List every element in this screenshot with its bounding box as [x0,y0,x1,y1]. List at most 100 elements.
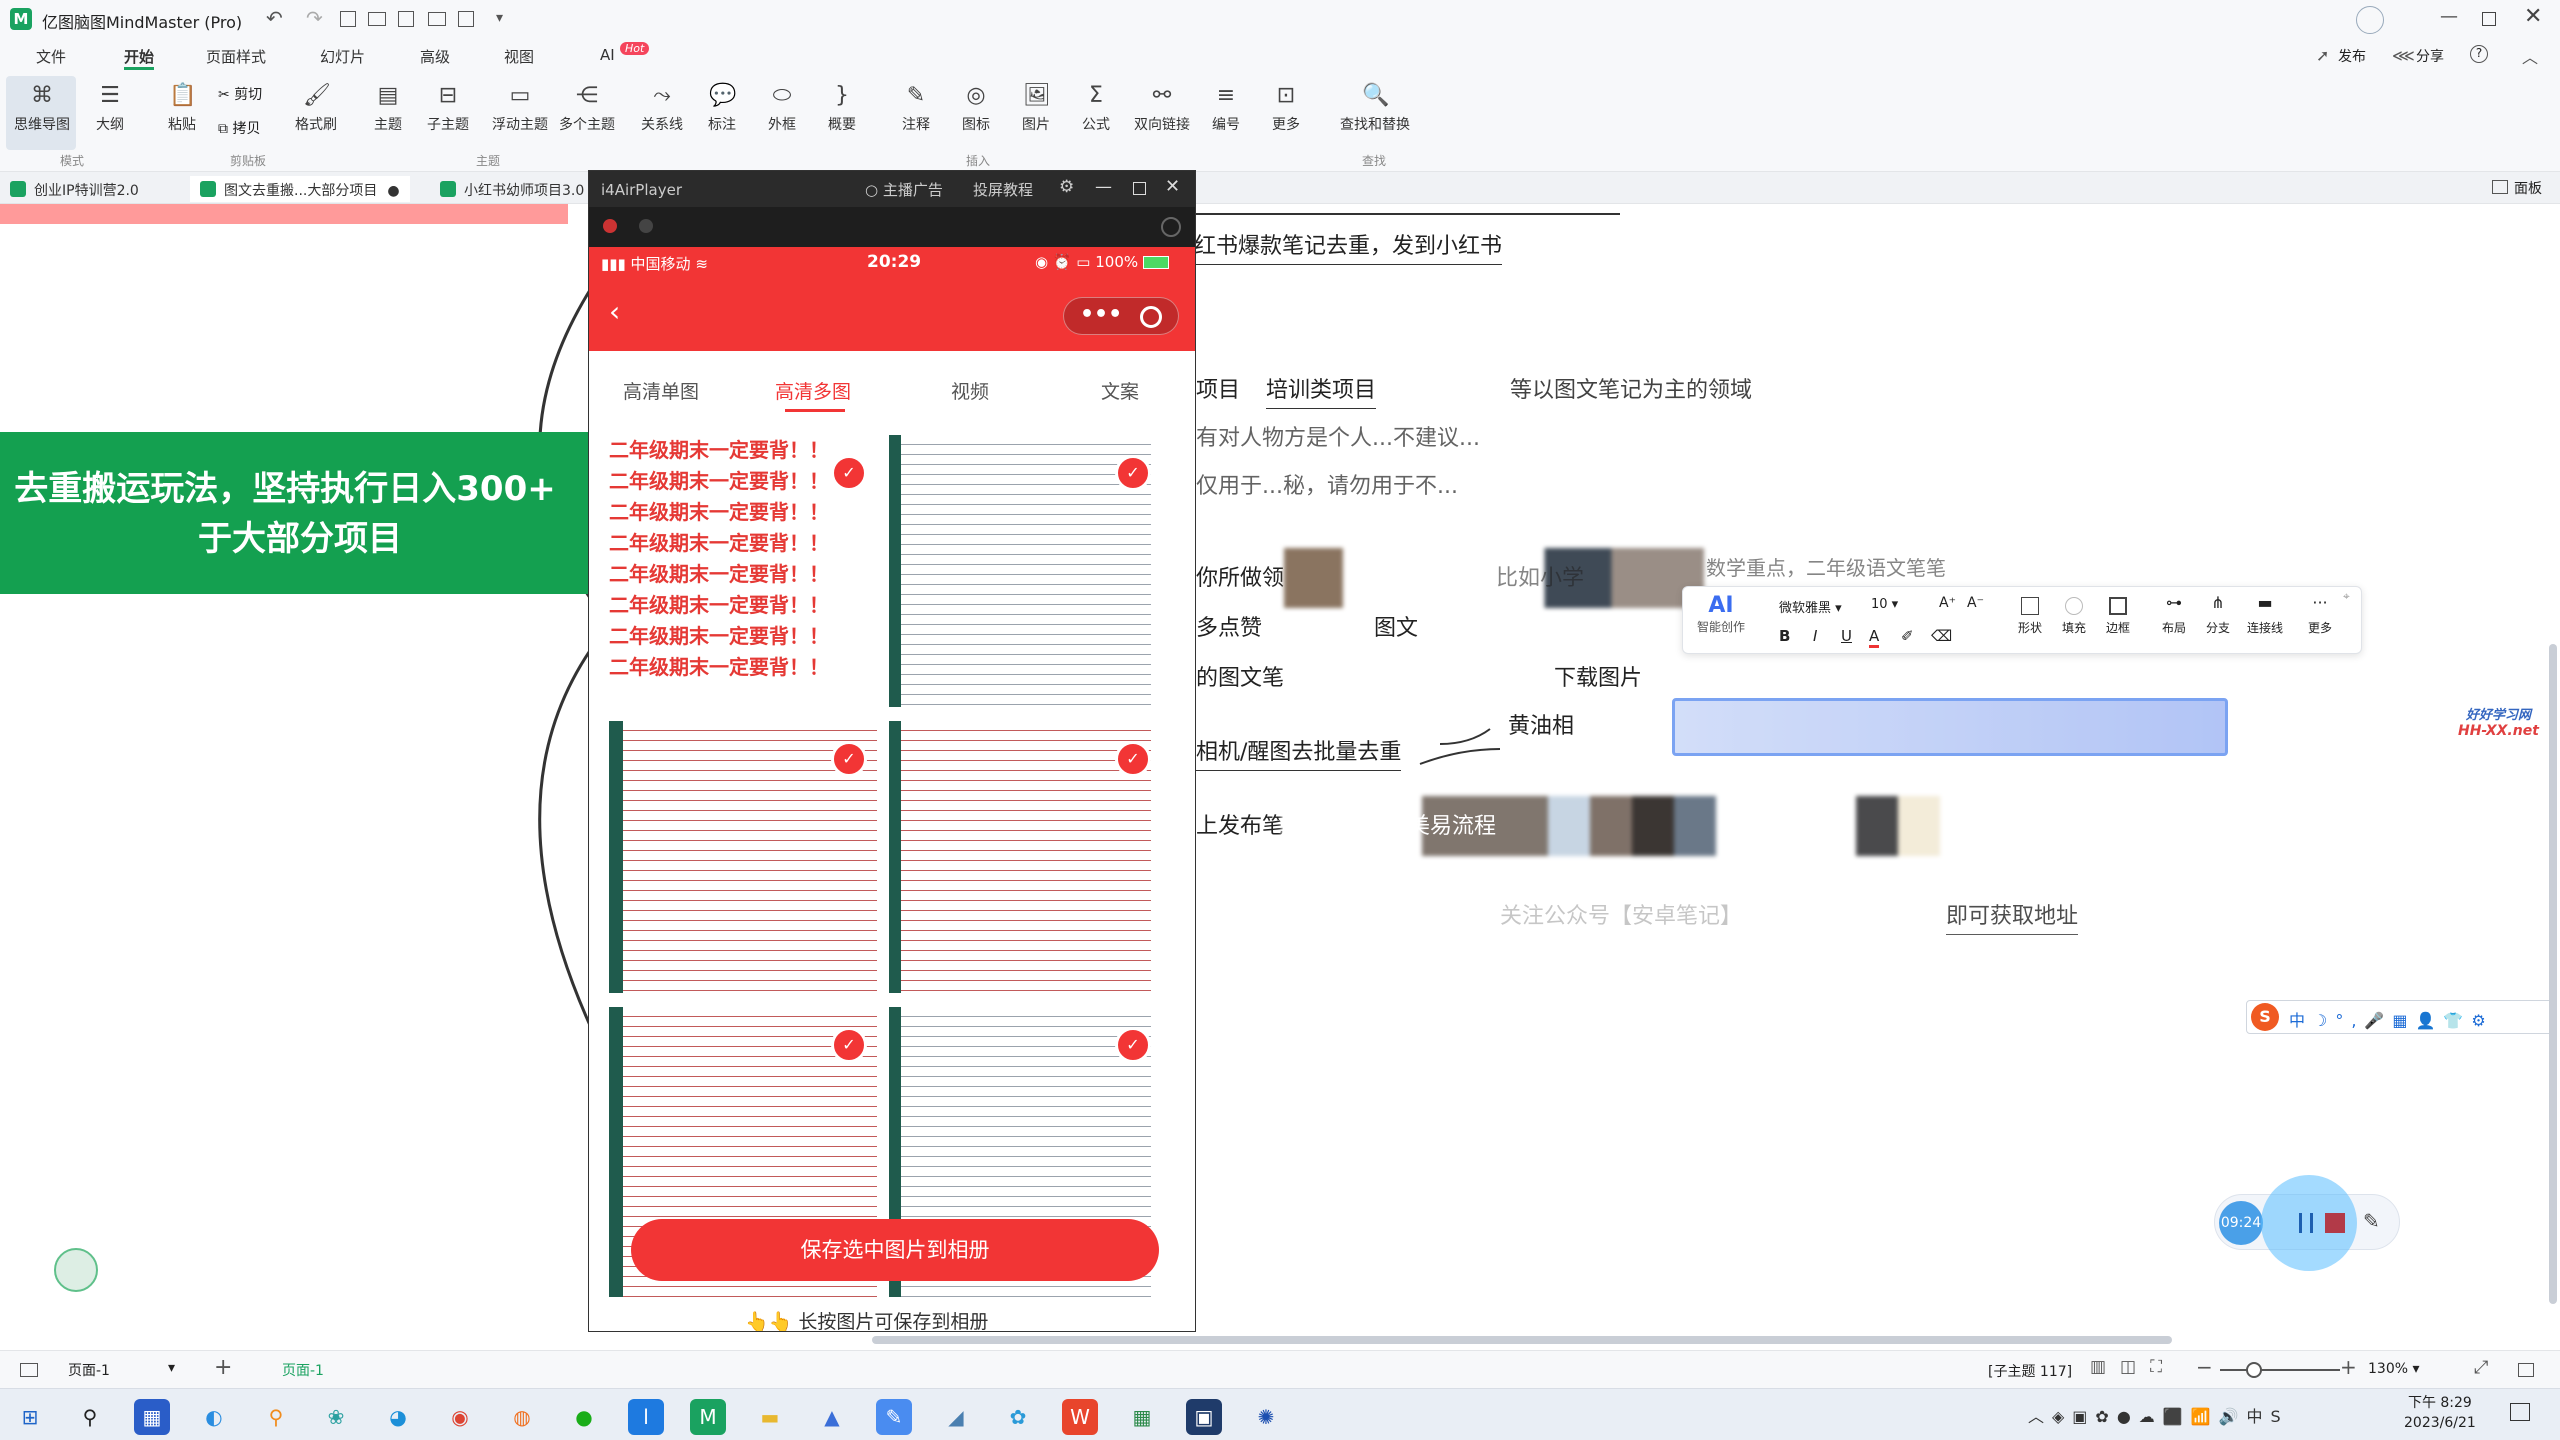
more-insert-button[interactable]: ⊡ 更多 [1256,82,1316,134]
shape-button[interactable]: 形状 [2013,593,2047,636]
page-tab[interactable]: 页面-1 [282,1360,324,1380]
vertical-scrollbar[interactable] [2549,644,2557,1304]
topic-node-9a[interactable]: 上发布笔 [1196,808,1284,840]
topic-node-6a[interactable]: 多点赞 [1196,610,1262,642]
more-format-button[interactable]: ··· 更多 [2303,593,2337,636]
notification-icon[interactable] [2510,1403,2530,1421]
menu-start[interactable]: 开始 [124,46,154,67]
app-icon-2[interactable]: ◐ [196,1399,232,1435]
tab-single-hd[interactable]: 高清单图 [623,377,699,404]
help-icon[interactable]: ? [2470,45,2488,63]
doc-tab-2-active[interactable]: 图文去重搬...大部分项目 ● [190,176,410,202]
share-icon[interactable]: ⋘ [2392,46,2415,65]
zoom-out-icon[interactable]: − [2196,1355,2213,1379]
share-button[interactable]: 分享 [2416,46,2444,66]
underline-icon[interactable]: U [1841,627,1852,645]
check-icon[interactable]: ✓ [1115,455,1151,491]
paste-button[interactable]: 📋 粘贴 [152,82,212,134]
boundary-button[interactable]: ⬭ 外框 [752,82,812,134]
restore-button[interactable] [2482,12,2496,26]
font-shrink-icon[interactable]: A⁻ [1967,595,1984,611]
check-icon[interactable]: ✓ [831,1027,867,1063]
close-button[interactable]: ✕ [2524,4,2542,29]
central-topic[interactable]: 去重搬运玩法，坚持执行日入300+ 于大部分项目 [0,432,600,594]
topic-node-4[interactable]: 仅用于...秘，请勿用于不... [1196,468,1458,500]
sidebar-toggle-icon[interactable] [20,1363,38,1377]
recorder-stop-button[interactable] [2325,1213,2345,1233]
recorder-pause-button[interactable] [2299,1213,2313,1233]
cut-button[interactable]: ✂ 剪切 [218,84,262,104]
numbering-button[interactable]: ≡ 编号 [1196,82,1256,134]
subtopic-button[interactable]: ⊟ 子主题 [418,82,478,134]
panel-icon[interactable] [2518,1363,2534,1377]
camera-icon[interactable] [1161,217,1181,237]
doc-tab-3[interactable]: 小红书幼师项目3.0 [430,176,594,202]
app-icon-9[interactable]: ✿ [1000,1399,1036,1435]
recorder-pen-icon[interactable]: ✎ [2363,1209,2380,1233]
topic-node-7a[interactable]: 的图文笔 [1196,660,1284,692]
border-button[interactable]: 边框 [2101,593,2135,636]
minimize-button[interactable]: — [2440,6,2458,27]
relationship-button[interactable]: ⤳ 关系线 [632,82,692,134]
check-icon[interactable]: ✓ [831,455,867,491]
topic-node-6b[interactable]: 图文 [1374,610,1418,642]
bidirectional-link-button[interactable]: ⚯ 双向链接 [1126,82,1198,134]
zoom-slider-handle[interactable] [2246,1362,2262,1378]
font-grow-icon[interactable]: A⁺ [1939,595,1956,611]
app-icon-8[interactable]: ◢ [938,1399,974,1435]
ad-toggle[interactable]: ○ 主播广告 [865,179,943,200]
redo-icon[interactable]: ↷ [306,6,323,30]
fit-screen-icon[interactable]: ⤢ [2474,1357,2488,1378]
topic-node-10a[interactable]: 关注公众号【安卓笔记】 [1500,898,1742,930]
tutorial-link[interactable]: 投屏教程 [973,179,1033,200]
copy-button[interactable]: ⧉ 拷贝 [218,118,260,138]
edge-icon[interactable]: ◕ [380,1399,416,1435]
tray-icons[interactable]: ︿◈▣✿●☁⬛📶🔊中S [2028,1403,2289,1427]
topic-node-2b[interactable]: 培训类项目 [1266,372,1377,409]
new-file-icon[interactable] [340,11,356,27]
export-icon[interactable] [458,11,474,27]
app-icon-12[interactable]: ✺ [1248,1399,1284,1435]
check-icon[interactable]: ✓ [1115,1027,1151,1063]
summary-button[interactable]: } 概要 [812,82,872,134]
floating-topic-button[interactable]: ▭ 浮动主题 [484,82,556,134]
page-select[interactable]: 页面-1 ▾ [68,1360,178,1380]
format-brush-button[interactable]: 🖌 格式刷 [286,82,346,134]
fill-button[interactable]: 填充 [2057,593,2091,636]
clock[interactable]: 下午 8:29 2023/6/21 [2404,1393,2476,1433]
publish-icon[interactable]: ➚ [2316,46,2329,65]
selected-node-box[interactable] [1672,698,2228,756]
zoom-in-icon[interactable]: + [2340,1355,2357,1379]
topic-button[interactable]: ▤ 主题 [358,82,418,134]
app-icon-10[interactable]: ▦ [1124,1399,1160,1435]
print-icon[interactable] [428,12,446,26]
menu-advanced[interactable]: 高级 [420,46,450,67]
font-color-icon[interactable]: A [1869,627,1880,648]
topic-node-1[interactable]: 红书爆款笔记去重，发到小红书 [1194,228,1503,265]
doc-tab-1[interactable]: 创业IP特训营2.0 [0,176,149,202]
save-icon[interactable] [398,11,414,27]
file-explorer-icon[interactable]: ▬ [752,1399,788,1435]
tab-copywriting[interactable]: 文案 [1101,377,1139,404]
layout-button[interactable]: ⊶ 布局 [2157,593,2191,636]
multiple-topics-button[interactable]: ⋲ 多个主题 [554,82,620,134]
wps-icon[interactable]: W [1062,1399,1098,1435]
app-icon-7[interactable]: ✎ [876,1399,912,1435]
app-icon-6[interactable]: ▲ [814,1399,850,1435]
panel-toggle-icon[interactable] [2492,180,2508,194]
outline-mode-button[interactable]: ☰ 大纲 [80,82,140,134]
menu-ai[interactable]: AI [600,46,615,64]
formula-button[interactable]: Σ 公式 [1066,82,1126,134]
picture-button[interactable]: 🖼 图片 [1006,82,1066,134]
connector-button[interactable]: ▬ 连接线 [2243,593,2287,636]
note-button[interactable]: ✎ 注释 [886,82,946,134]
undo-icon[interactable]: ↶ [266,6,283,30]
mindmap-mode-button[interactable]: ⌘ 思维导图 [12,82,72,134]
windows-start-icon[interactable]: ⊞ [12,1399,48,1435]
clear-format-icon[interactable]: ⌫ [1931,627,1952,645]
topic-node-5a[interactable]: 你所做领 [1196,560,1284,592]
more-dots-icon[interactable]: ••• [1080,302,1122,327]
firefox-icon[interactable]: ◍ [504,1399,540,1435]
topic-node-5c[interactable]: 数学重点，二年级语文笔笔 [1706,552,1946,581]
chat-bot-icon[interactable] [54,1248,98,1292]
